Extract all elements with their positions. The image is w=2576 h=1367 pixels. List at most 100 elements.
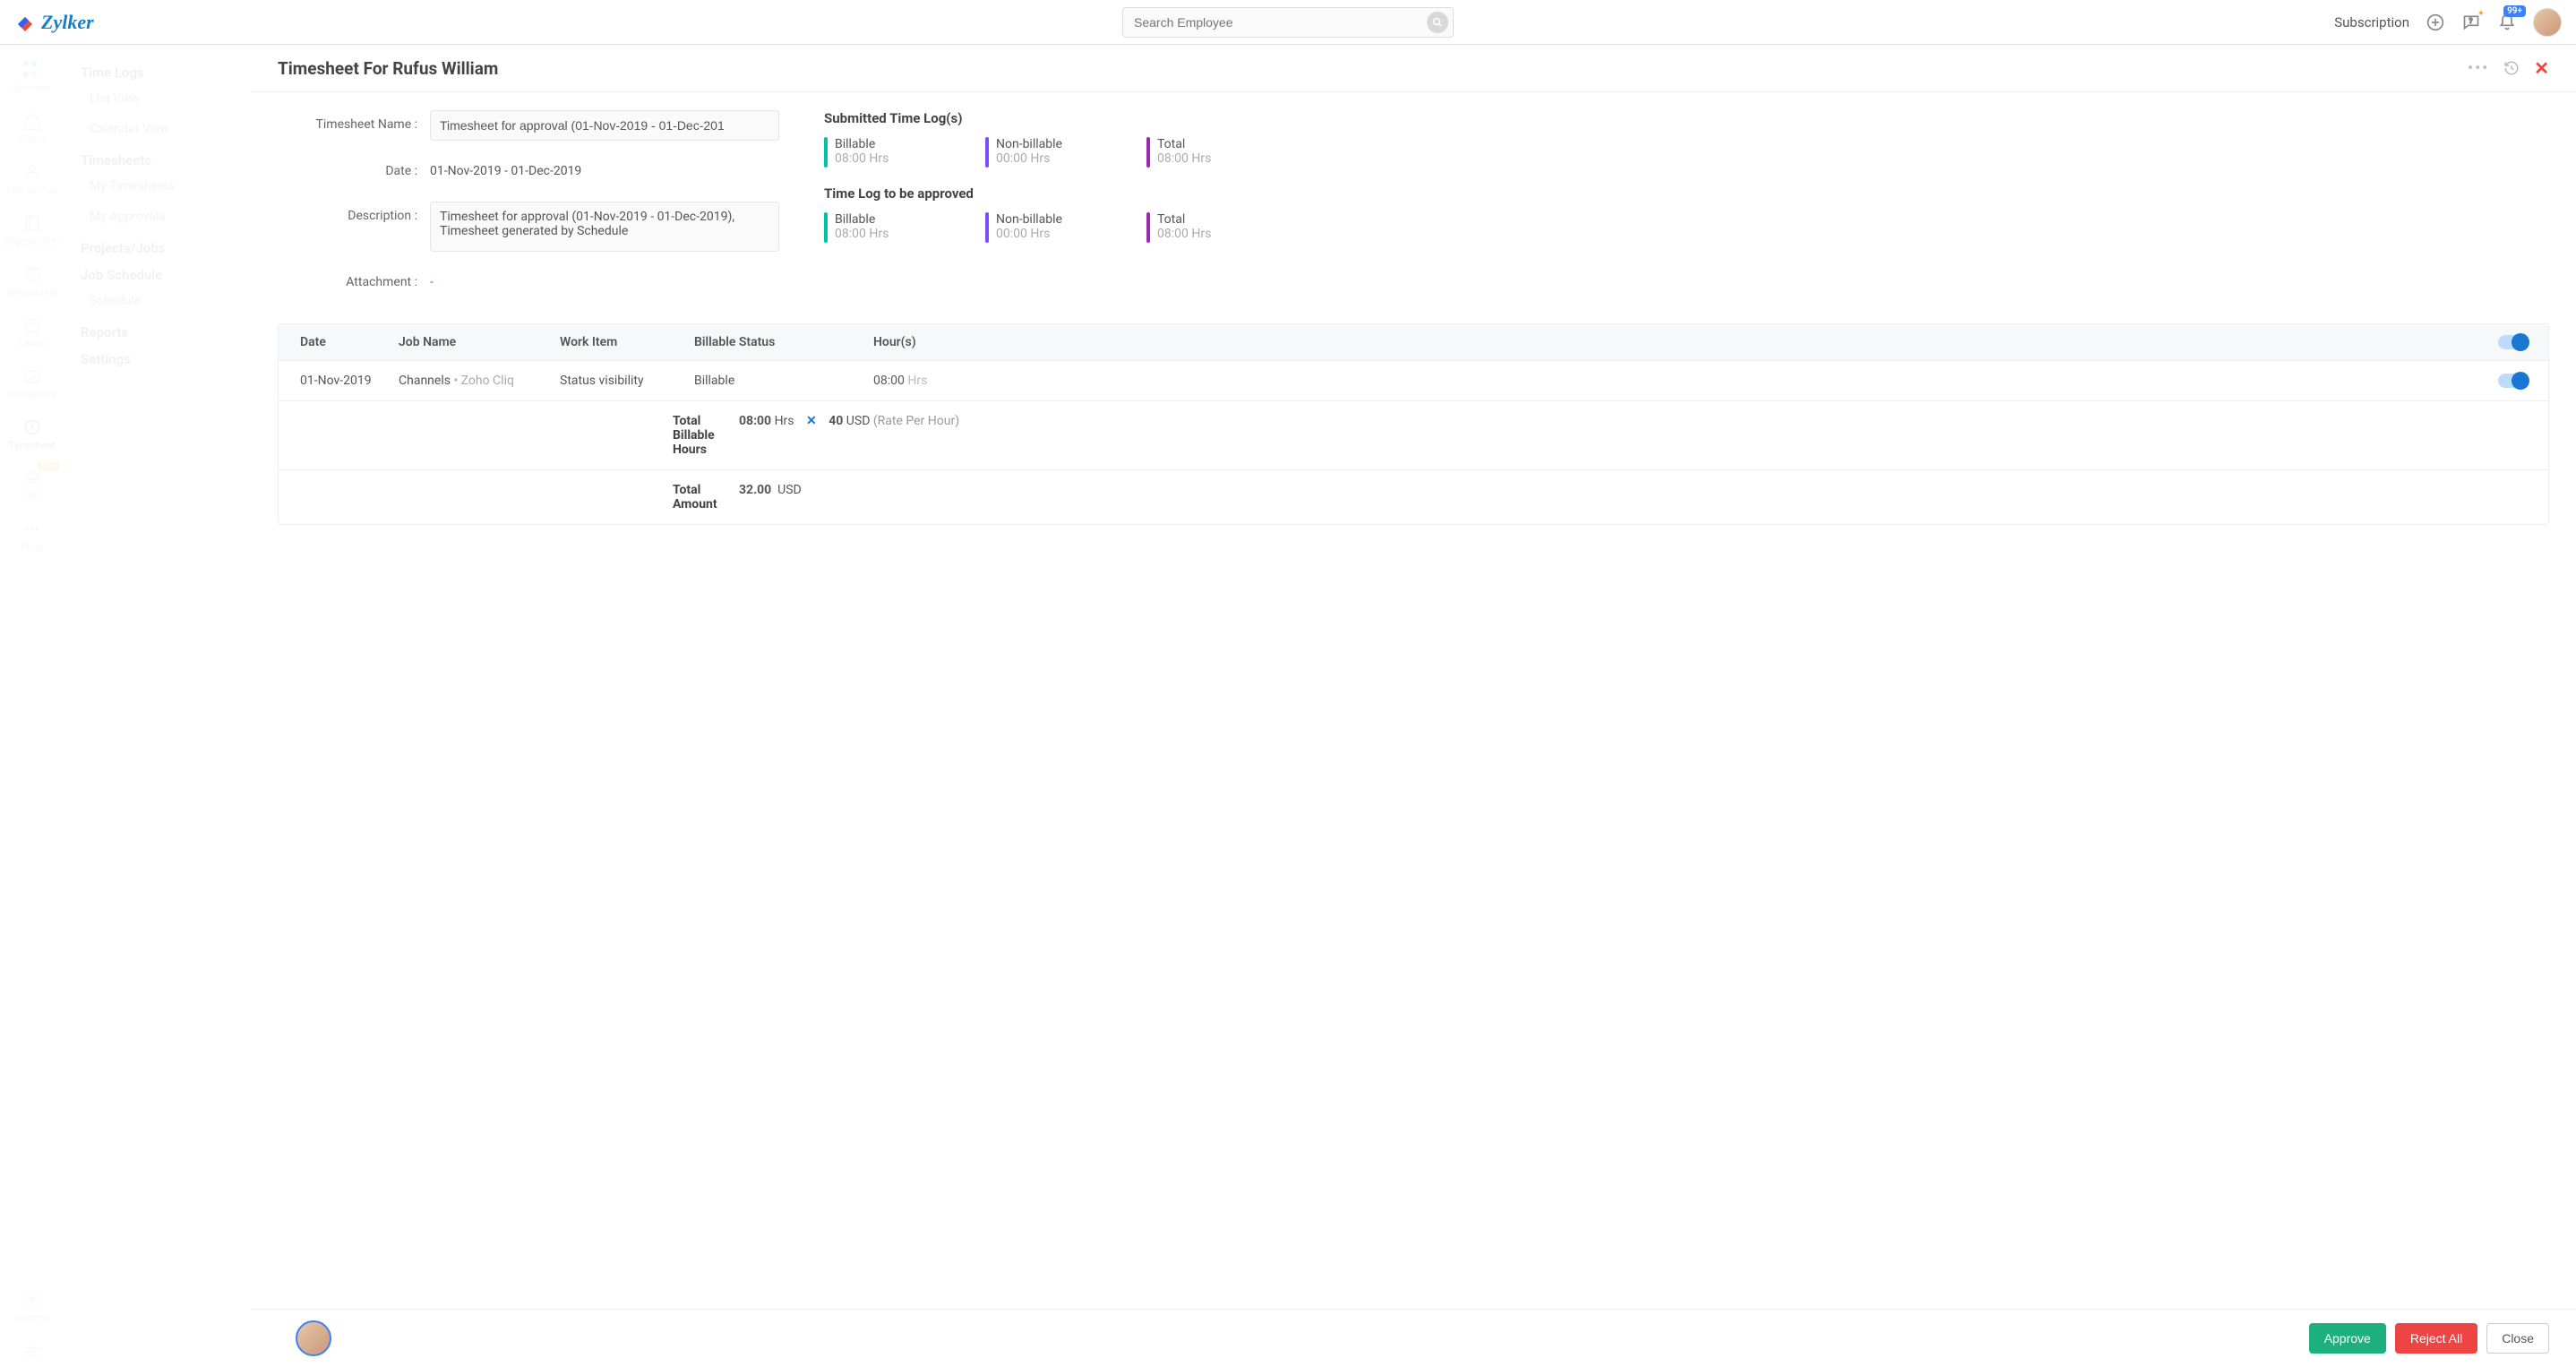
stat-approve-total: Total 08:00 Hrs bbox=[1146, 212, 1272, 243]
rail-attendance[interactable]: Attendance bbox=[0, 358, 64, 409]
clock-icon bbox=[23, 418, 41, 436]
total-billable-value: 08:00 Hrs ✕ 40 USD (Rate Per Hour) bbox=[739, 414, 959, 457]
org-icon bbox=[23, 214, 41, 232]
rail-services[interactable]: Services bbox=[0, 52, 64, 103]
sidebar-group-reports[interactable]: Reports bbox=[81, 324, 234, 340]
desc-label: Description : bbox=[278, 202, 430, 223]
footer-avatar[interactable] bbox=[296, 1320, 331, 1356]
main-panel: Timesheet For Rufus William ••• ✕ Timesh… bbox=[251, 45, 2576, 1367]
calendar-icon bbox=[23, 316, 41, 334]
name-label: Timesheet Name : bbox=[278, 110, 430, 132]
date-value: 01-Nov-2019 - 01-Dec-2019 bbox=[430, 157, 779, 185]
sidebar-item-myapprovals[interactable]: My Approvals bbox=[81, 204, 234, 229]
panel-body: Timesheet Name : Date : 01-Nov-2019 - 01… bbox=[251, 92, 2576, 1367]
topbar-right: Subscription ? ✦ 99+ bbox=[2334, 8, 2562, 37]
heart-hands-icon bbox=[23, 265, 41, 283]
stat-approve-nonbillable: Non-billable 00:00 Hrs bbox=[985, 212, 1111, 243]
sidebar-group-jobschedule[interactable]: Job Schedule bbox=[81, 267, 234, 283]
rail-onboarding[interactable]: Onboarding bbox=[0, 256, 64, 307]
sidebar-item-schedule[interactable]: Schedule bbox=[81, 288, 234, 314]
row-bill: Billable bbox=[694, 374, 873, 388]
sidebar-item-calendarview[interactable]: Calendar View bbox=[81, 116, 234, 142]
help-chat-icon[interactable]: ? ✦ bbox=[2461, 13, 2481, 32]
rail-timesheet[interactable]: Timesheet bbox=[0, 409, 64, 460]
attach-label: Attachment : bbox=[278, 268, 430, 289]
approve-button[interactable]: Approve bbox=[2309, 1323, 2386, 1354]
stat-submitted-billable: Billable 08:00 Hrs bbox=[824, 137, 949, 168]
gear-icon bbox=[23, 1291, 41, 1309]
stat-bar-icon bbox=[1146, 212, 1150, 243]
svg-text:?: ? bbox=[2469, 16, 2473, 25]
th-work: Work Item bbox=[560, 335, 694, 349]
close-icon[interactable]: ✕ bbox=[2534, 57, 2549, 79]
home-icon bbox=[23, 112, 41, 130]
timesheet-name-input[interactable] bbox=[430, 110, 779, 141]
total-billable-row: Total Billable Hours 08:00 Hrs ✕ 40 USD … bbox=[279, 400, 2548, 469]
row-work: Status visibility bbox=[560, 374, 694, 388]
sub-sidebar: Time Logs List View Calendar View Timesh… bbox=[64, 45, 251, 1367]
sidebar-group-timelogs[interactable]: Time Logs bbox=[81, 64, 234, 81]
rail-organization[interactable]: Organization bbox=[0, 205, 64, 256]
sidebar-item-listview[interactable]: List View bbox=[81, 86, 234, 111]
attachment-value[interactable]: - bbox=[430, 268, 779, 297]
header-toggle[interactable] bbox=[2498, 335, 2527, 349]
stat-bar-icon bbox=[1146, 137, 1150, 168]
stat-bar-icon bbox=[824, 137, 828, 168]
row-toggle[interactable] bbox=[2498, 374, 2527, 388]
rail-home[interactable]: Home bbox=[0, 103, 64, 154]
timesheet-stats: Submitted Time Log(s) Billable 08:00 Hrs bbox=[824, 110, 2549, 313]
search-icon[interactable] bbox=[1427, 12, 1448, 33]
more-options-icon[interactable]: ••• bbox=[2468, 59, 2489, 78]
submitted-title: Submitted Time Log(s) bbox=[824, 110, 2549, 126]
table-header: Date Job Name Work Item Billable Status … bbox=[279, 324, 2548, 360]
row-date: 01-Nov-2019 bbox=[300, 374, 399, 388]
search-input[interactable] bbox=[1122, 7, 1454, 38]
history-icon[interactable] bbox=[2503, 60, 2520, 76]
rail-more[interactable]: ••• More bbox=[0, 512, 64, 563]
th-hours: Hour(s) bbox=[873, 335, 2473, 349]
sidebar-group-timesheets[interactable]: Timesheets bbox=[81, 152, 234, 168]
total-amount-value: 32.00 USD bbox=[739, 483, 802, 512]
table-row: 01-Nov-2019 Channels • Zoho Cliq Status … bbox=[279, 360, 2548, 400]
search-wrap bbox=[1122, 7, 1454, 38]
row-job: Channels • Zoho Cliq bbox=[399, 374, 560, 388]
rail-leave[interactable]: Leave bbox=[0, 307, 64, 358]
subscription-link[interactable]: Subscription bbox=[2334, 14, 2409, 30]
calendar-check-icon bbox=[23, 367, 41, 385]
reject-all-button[interactable]: Reject All bbox=[2395, 1323, 2477, 1354]
stat-submitted-total: Total 08:00 Hrs bbox=[1146, 137, 1272, 168]
timesheet-form: Timesheet Name : Date : 01-Nov-2019 - 01… bbox=[278, 110, 779, 313]
date-label: Date : bbox=[278, 157, 430, 178]
th-bill: Billable Status bbox=[694, 335, 873, 349]
icon-rail: Services Home Self-service Organization … bbox=[0, 45, 64, 1367]
sidebar-group-projects[interactable]: Projects/Jobs bbox=[81, 240, 234, 256]
stat-submitted-nonbillable: Non-billable 00:00 Hrs bbox=[985, 137, 1111, 168]
brand-icon bbox=[14, 12, 36, 33]
collapse-icon[interactable] bbox=[23, 1346, 41, 1358]
person-icon bbox=[23, 163, 41, 181]
rail-settings[interactable]: Settings bbox=[0, 1285, 64, 1329]
sidebar-item-mytimesheets[interactable]: My Timesheets bbox=[81, 174, 234, 199]
graduation-icon bbox=[23, 469, 41, 487]
topbar: Zylker Subscription ? ✦ 99+ bbox=[0, 0, 2576, 45]
total-amount-row: Total Amount 32.00 USD bbox=[279, 469, 2548, 524]
brand-logo[interactable]: Zylker bbox=[14, 11, 94, 34]
th-job: Job Name bbox=[399, 335, 560, 349]
rail-lms[interactable]: NEW LMS bbox=[0, 460, 64, 512]
sidebar-group-settings[interactable]: Settings bbox=[81, 351, 234, 367]
page-title: Timesheet For Rufus William bbox=[278, 58, 498, 79]
notification-bell-icon[interactable]: 99+ bbox=[2497, 13, 2517, 32]
panel-header: Timesheet For Rufus William ••• ✕ bbox=[251, 45, 2576, 92]
add-icon[interactable] bbox=[2426, 13, 2445, 32]
notification-badge: 99+ bbox=[2503, 5, 2526, 17]
close-button[interactable]: Close bbox=[2486, 1323, 2549, 1354]
new-badge: NEW bbox=[38, 462, 58, 470]
user-avatar[interactable] bbox=[2533, 8, 2562, 37]
description-input[interactable]: Timesheet for approval (01-Nov-2019 - 01… bbox=[430, 202, 779, 252]
stat-approve-billable: Billable 08:00 Hrs bbox=[824, 212, 949, 243]
timelog-table: Date Job Name Work Item Billable Status … bbox=[278, 323, 2549, 525]
dots-icon: ••• bbox=[23, 520, 41, 538]
rail-self-service[interactable]: Self-service bbox=[0, 154, 64, 205]
stat-bar-icon bbox=[985, 137, 989, 168]
th-date: Date bbox=[300, 335, 399, 349]
